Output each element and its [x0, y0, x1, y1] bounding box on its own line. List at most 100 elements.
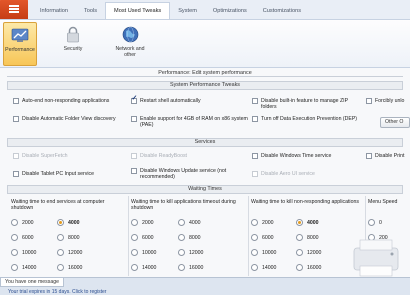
page-title: Performance: Edit system performance	[7, 69, 403, 77]
tab-information[interactable]: Information	[32, 3, 76, 19]
radio-button[interactable]	[296, 219, 303, 226]
radio-option[interactable]: 2000	[251, 219, 274, 226]
service-aero-ui[interactable]: Disable Aero UI service	[252, 171, 364, 177]
checkbox[interactable]	[252, 171, 258, 177]
radio-button[interactable]	[296, 249, 303, 256]
other-options-button[interactable]: Other O	[380, 117, 410, 128]
tab-system[interactable]: System	[170, 3, 205, 19]
tweak-disable-zip[interactable]: Disable built-in feature to manage ZIP f…	[252, 98, 364, 110]
radio-option[interactable]: 0	[368, 219, 382, 226]
radio-option[interactable]: 8000	[296, 234, 319, 241]
service-windows-time[interactable]: Disable Windows Time service	[252, 153, 364, 159]
radio-button[interactable]	[11, 234, 18, 241]
tweak-dep[interactable]: Turn off Data Execution Prevention (DEP)	[252, 116, 364, 122]
radio-button[interactable]	[11, 219, 18, 226]
tweak-pae[interactable]: Enable support for 4GB of RAM on x86 sys…	[131, 116, 249, 128]
radio-button[interactable]	[131, 249, 138, 256]
radio-button[interactable]	[178, 219, 185, 226]
service-label: Disable Windows Time service	[261, 153, 332, 159]
service-tablet-pc[interactable]: Disable Tablet PC Input service	[13, 171, 125, 177]
network-button[interactable]: Network and other	[110, 22, 150, 66]
radio-label: 6000	[22, 234, 34, 241]
service-readyboost[interactable]: Disable ReadyBoost	[131, 153, 243, 159]
file-menu-button[interactable]	[0, 0, 28, 19]
service-print[interactable]: Disable Print	[366, 153, 410, 159]
radio-button[interactable]	[57, 249, 64, 256]
tweak-auto-end[interactable]: Auto-end non-responding applications	[13, 98, 128, 104]
radio-button[interactable]	[57, 264, 64, 271]
tab-tools[interactable]: Tools	[76, 3, 105, 19]
service-superfetch[interactable]: Disable SuperFetch	[13, 153, 125, 159]
security-button[interactable]: Security	[56, 22, 90, 66]
tab-optimizations[interactable]: Optimizations	[205, 3, 255, 19]
checkbox[interactable]	[13, 171, 19, 177]
radio-button[interactable]	[178, 249, 185, 256]
radio-button[interactable]	[131, 264, 138, 271]
checkbox[interactable]	[131, 168, 137, 174]
checkbox[interactable]	[366, 153, 372, 159]
waiting-col-3-header: Waiting time to kill non-responding appl…	[251, 199, 359, 205]
radio-option[interactable]: 8000	[178, 234, 201, 241]
radio-option[interactable]: 4000	[57, 219, 80, 226]
radio-button[interactable]	[178, 234, 185, 241]
radio-option[interactable]: 12000	[57, 249, 82, 256]
ribbon: Performance Security Network and other	[0, 20, 410, 68]
radio-button[interactable]	[131, 234, 138, 241]
checkbox[interactable]	[13, 116, 19, 122]
radio-button[interactable]	[296, 264, 303, 271]
radio-button[interactable]	[251, 249, 258, 256]
checkbox[interactable]	[131, 116, 137, 122]
radio-option[interactable]: 12000	[178, 249, 203, 256]
radio-option[interactable]: 2000	[131, 219, 154, 226]
tweak-folder-view[interactable]: Disable Automatic Folder View discovery	[13, 116, 125, 122]
radio-button[interactable]	[368, 219, 375, 226]
radio-option[interactable]: 16000	[178, 264, 203, 271]
radio-button[interactable]	[251, 234, 258, 241]
checkbox[interactable]	[13, 153, 19, 159]
checkbox[interactable]	[131, 96, 137, 104]
checkbox[interactable]	[252, 153, 258, 159]
radio-button[interactable]	[11, 249, 18, 256]
tab-most-used-tweaks[interactable]: Most Used Tweaks	[105, 2, 171, 19]
radio-label: 2000	[142, 219, 154, 226]
checkbox[interactable]	[252, 116, 258, 122]
radio-option[interactable]: 6000	[251, 234, 274, 241]
radio-button[interactable]	[251, 264, 258, 271]
radio-label: 6000	[262, 234, 274, 241]
radio-option[interactable]: 6000	[11, 234, 34, 241]
radio-option[interactable]: 10000	[11, 249, 36, 256]
radio-option[interactable]: 8000	[57, 234, 80, 241]
performance-button[interactable]: Performance	[3, 22, 37, 66]
radio-option[interactable]: 4000	[296, 219, 319, 226]
trial-notice-link[interactable]: Your trial expires in 15 days. Click to …	[8, 289, 106, 295]
radio-option[interactable]: 2000	[11, 219, 34, 226]
radio-button[interactable]	[131, 219, 138, 226]
radio-button[interactable]	[296, 234, 303, 241]
radio-option[interactable]: 10000	[131, 249, 156, 256]
radio-option[interactable]: 6000	[131, 234, 154, 241]
tweak-label: Disable Automatic Folder View discovery	[22, 116, 116, 122]
radio-button[interactable]	[178, 264, 185, 271]
radio-button[interactable]	[57, 219, 64, 226]
tweak-forcibly-unload[interactable]: Forcibly unlo	[366, 98, 410, 104]
service-windows-update[interactable]: Disable Windows Update service (not reco…	[131, 168, 249, 180]
radio-option[interactable]: 10000	[251, 249, 276, 256]
radio-option[interactable]: 14000	[131, 264, 156, 271]
radio-option[interactable]: 14000	[251, 264, 276, 271]
radio-button[interactable]	[11, 264, 18, 271]
checkbox[interactable]	[366, 98, 372, 104]
tweak-restart-shell[interactable]: Restart shell automatically	[131, 96, 249, 104]
radio-button[interactable]	[251, 219, 258, 226]
tab-customizations[interactable]: Customizations	[255, 3, 309, 19]
radio-option[interactable]: 12000	[296, 249, 321, 256]
checkbox[interactable]	[131, 153, 137, 159]
radio-option[interactable]: 16000	[296, 264, 321, 271]
radio-option[interactable]: 14000	[11, 264, 36, 271]
radio-option[interactable]: 16000	[57, 264, 82, 271]
checkbox[interactable]	[13, 98, 19, 104]
status-bar: You have one message Your trial expires …	[0, 277, 410, 295]
radio-option[interactable]: 4000	[178, 219, 201, 226]
radio-button[interactable]	[57, 234, 64, 241]
message-tab[interactable]: You have one message	[0, 278, 65, 287]
checkbox[interactable]	[252, 98, 258, 104]
